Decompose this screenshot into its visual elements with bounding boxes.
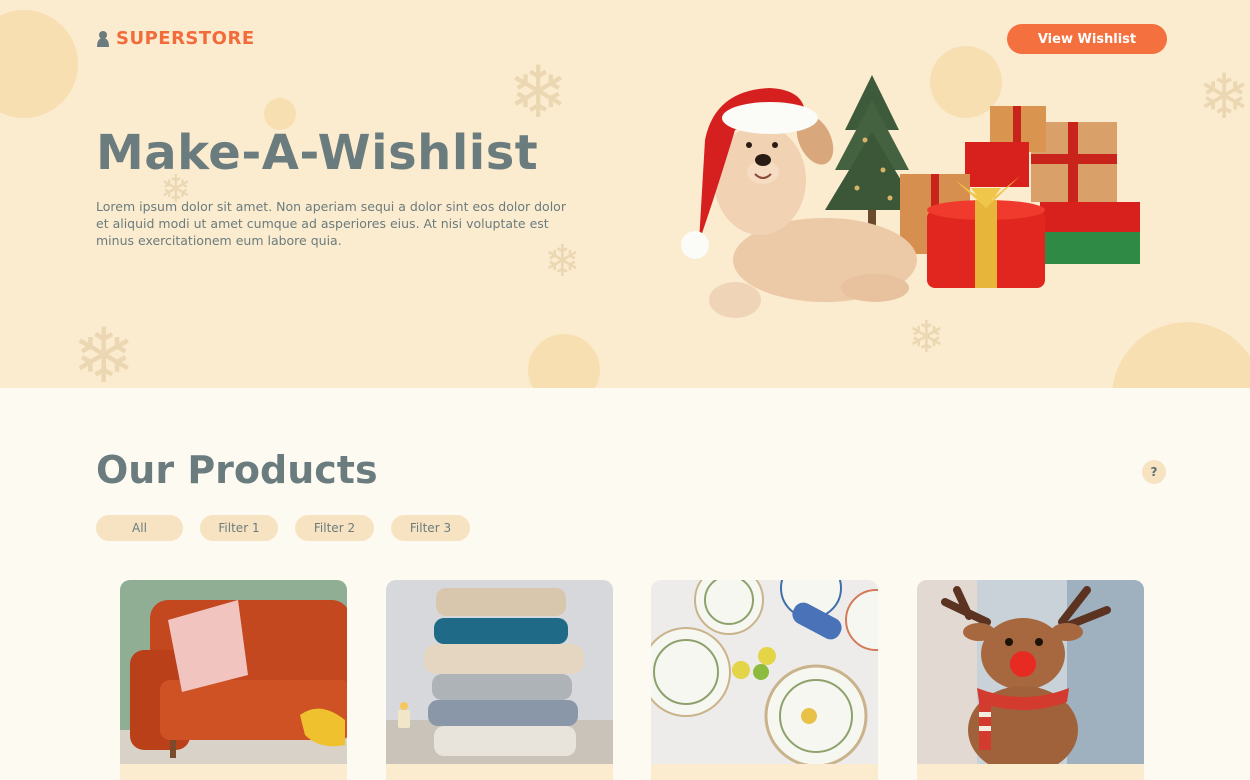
product-card-footer (651, 764, 878, 780)
hero-title: Make-A-Wishlist (96, 125, 539, 181)
filter-bar: All Filter 1 Filter 2 Filter 3 (96, 515, 470, 541)
product-card-footer (386, 764, 613, 780)
decor-circle (1112, 322, 1250, 388)
filter-all[interactable]: All (96, 515, 183, 541)
snowflake-icon: ❄ (1198, 60, 1250, 133)
filter-1[interactable]: Filter 1 (200, 515, 278, 541)
product-card-footer (917, 764, 1144, 780)
section-title: Our Products (96, 448, 378, 492)
ceramic-plates-image (651, 580, 878, 764)
product-card[interactable] (917, 580, 1144, 780)
product-image (120, 580, 347, 764)
product-image (917, 580, 1144, 764)
reindeer-plush-image (917, 580, 1144, 764)
product-card[interactable] (120, 580, 347, 780)
view-wishlist-button[interactable]: View Wishlist (1007, 24, 1167, 54)
product-image (386, 580, 613, 764)
product-card[interactable] (386, 580, 613, 780)
bell-icon (97, 30, 109, 47)
snowflake-icon: ❄ (72, 311, 136, 389)
product-card-footer (120, 764, 347, 780)
filter-3[interactable]: Filter 3 (391, 515, 470, 541)
decor-circle (528, 334, 600, 388)
help-button[interactable]: ? (1142, 460, 1166, 484)
puppy-gifts-image (681, 75, 1140, 318)
filter-2[interactable]: Filter 2 (295, 515, 374, 541)
product-image (651, 580, 878, 764)
logo-text: SUPERSTORE (116, 28, 255, 49)
hero-banner: ❄ ❄ ❄ ❄ ❄ ❄ SUPERSTORE View Wishlist Mak… (0, 0, 1250, 388)
decor-circle (0, 10, 78, 118)
hero-description: Lorem ipsum dolor sit amet. Non aperiam … (96, 199, 566, 248)
logo[interactable]: SUPERSTORE (95, 28, 255, 49)
gift-box-icon (900, 106, 1140, 288)
orange-sofa-image (120, 580, 347, 764)
folded-blankets-image (386, 580, 613, 764)
product-card[interactable] (651, 580, 878, 780)
snowflake-icon: ❄ (508, 50, 569, 134)
